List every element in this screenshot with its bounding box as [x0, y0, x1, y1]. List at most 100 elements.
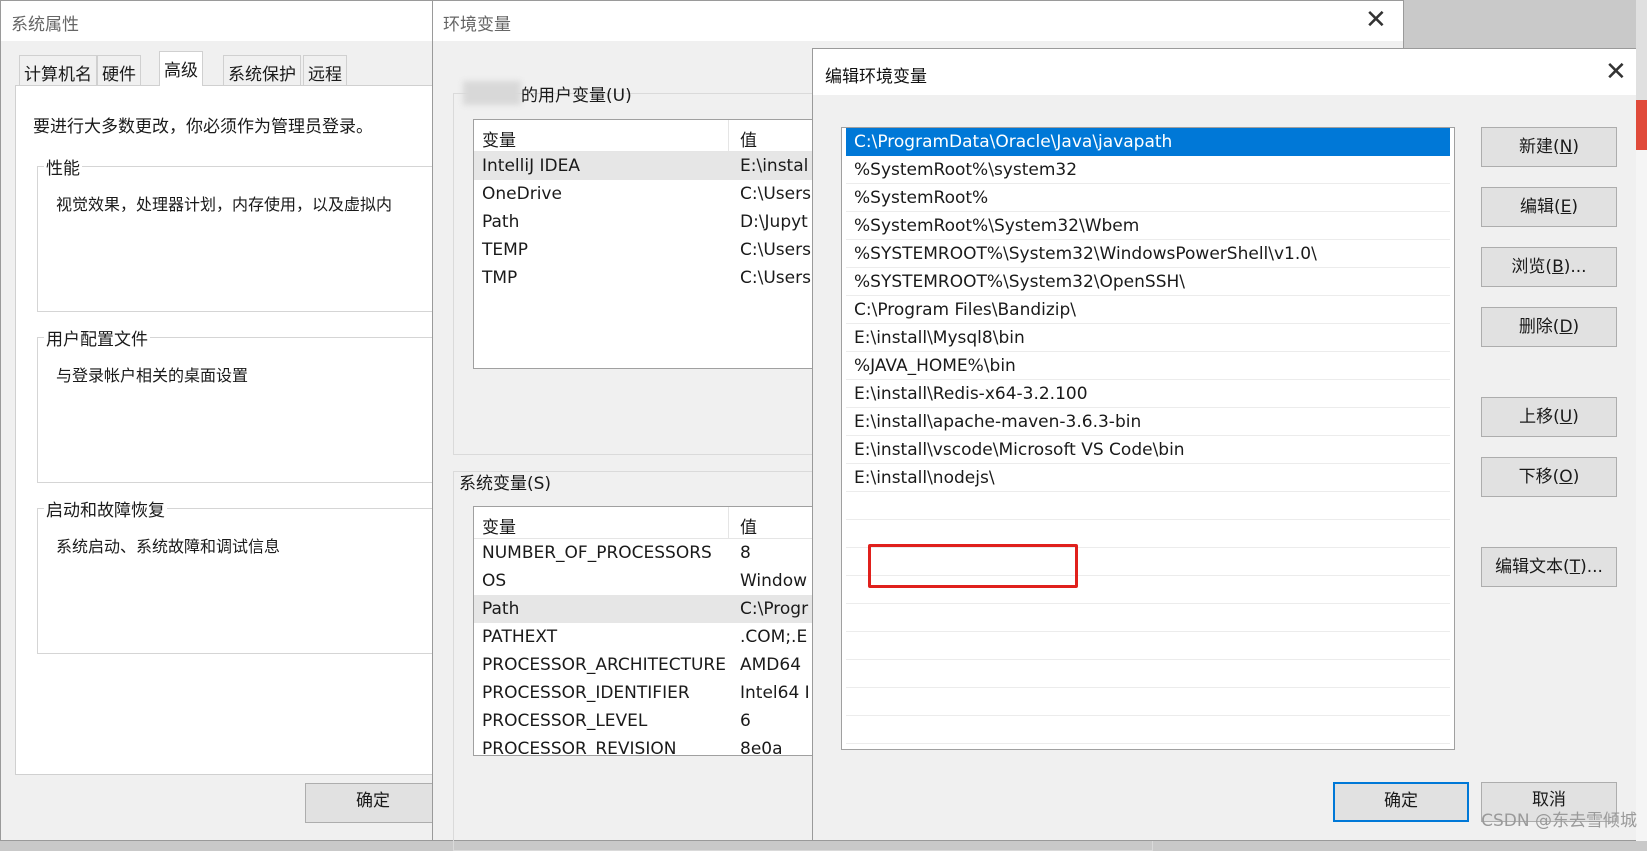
- background-window-edge: [1636, 0, 1647, 100]
- user-profile-title: 用户配置文件: [44, 325, 150, 350]
- variable-value: C:\Progr: [740, 599, 809, 619]
- new-button[interactable]: 新建(N): [1481, 127, 1617, 167]
- system-properties-ok-button[interactable]: 确定: [305, 783, 441, 823]
- path-item[interactable]: %JAVA_HOME%\bin: [846, 352, 1450, 380]
- delete-label: 删除(: [1518, 317, 1560, 337]
- browse-hotkey: B: [1552, 257, 1564, 277]
- edit-text-hotkey: T: [1569, 557, 1581, 577]
- column-value[interactable]: 值: [740, 513, 757, 538]
- edit-label-tail: ): [1571, 197, 1579, 217]
- variable-name: PROCESSOR_ARCHITECTURE: [482, 655, 726, 675]
- variable-name: OS: [482, 571, 507, 591]
- path-item[interactable]: %SYSTEMROOT%\System32\OpenSSH\: [846, 268, 1450, 296]
- user-variables-label: 的用户变量(U): [521, 86, 632, 106]
- empty-row[interactable]: [846, 660, 1450, 688]
- new-hotkey: N: [1559, 137, 1573, 157]
- path-item[interactable]: E:\install\apache-maven-3.6.3-bin: [846, 408, 1450, 436]
- move-down-button[interactable]: 下移(O): [1481, 457, 1617, 497]
- edit-button[interactable]: 编辑(E): [1481, 187, 1617, 227]
- user-profile-desc: 与登录帐户相关的桌面设置: [56, 366, 249, 385]
- empty-row[interactable]: [846, 492, 1450, 520]
- variable-name: PROCESSOR_REVISION: [482, 739, 677, 756]
- edit-text-button[interactable]: 编辑文本(T)...: [1481, 547, 1617, 587]
- variable-value: .COM;.E: [740, 627, 808, 647]
- new-label: 新建(: [1519, 137, 1560, 157]
- variable-name: PROCESSOR_IDENTIFIER: [482, 683, 690, 703]
- variable-value: C:\Users: [740, 240, 811, 260]
- tab-hardware[interactable]: 硬件: [97, 55, 141, 85]
- csdn-watermark: CSDN @东去雪倾城: [1481, 811, 1637, 831]
- move-down-label: 下移(: [1518, 467, 1560, 487]
- variable-name: Path: [482, 599, 520, 619]
- startup-recovery-title: 启动和故障恢复: [44, 496, 167, 521]
- variable-value: D:\Jupyt: [740, 212, 808, 232]
- window-title: 环境变量: [433, 1, 1403, 41]
- path-item[interactable]: %SystemRoot%\System32\Wbem: [846, 212, 1450, 240]
- blurred-username: [463, 81, 521, 105]
- path-item[interactable]: %SystemRoot%: [846, 184, 1450, 212]
- path-item[interactable]: E:\install\vscode\Microsoft VS Code\bin: [846, 436, 1450, 464]
- tab-system-protection[interactable]: 系统保护: [223, 55, 301, 85]
- path-item[interactable]: E:\install\Mysql8\bin: [846, 324, 1450, 352]
- path-item[interactable]: C:\ProgramData\Oracle\Java\javapath: [846, 128, 1450, 156]
- close-icon[interactable]: ✕: [1605, 59, 1627, 85]
- edit-hotkey: E: [1560, 197, 1572, 217]
- path-list[interactable]: C:\ProgramData\Oracle\Java\javapath %Sys…: [841, 127, 1455, 750]
- move-up-label: 上移(: [1519, 407, 1560, 427]
- variable-value: E:\instal: [740, 156, 809, 176]
- system-variables-label: 系统变量(S): [459, 474, 552, 494]
- background-window-edge: [1636, 100, 1647, 150]
- tab-advanced[interactable]: 高级: [159, 51, 203, 86]
- path-item-nodejs[interactable]: E:\install\nodejs\: [846, 464, 1450, 492]
- tab-remote[interactable]: 远程: [303, 55, 347, 85]
- column-variable[interactable]: 变量: [482, 126, 516, 151]
- variable-name: TEMP: [482, 240, 529, 260]
- browse-label: 浏览(: [1511, 257, 1553, 277]
- empty-row[interactable]: [846, 604, 1450, 632]
- performance-title: 性能: [44, 154, 82, 179]
- move-up-hotkey: U: [1559, 407, 1573, 427]
- tab-computer-name[interactable]: 计算机名: [19, 55, 97, 85]
- variable-value: 8: [740, 543, 751, 563]
- variable-value: Intel64 I: [740, 683, 810, 703]
- empty-row[interactable]: [846, 716, 1450, 744]
- empty-row[interactable]: [846, 632, 1450, 660]
- empty-row[interactable]: [846, 520, 1450, 548]
- edit-text-label-tail: )...: [1580, 557, 1603, 577]
- variable-name: PROCESSOR_LEVEL: [482, 711, 648, 731]
- variable-value: C:\Users: [740, 184, 811, 204]
- empty-row[interactable]: [846, 548, 1450, 576]
- variable-name: IntelliJ IDEA: [482, 156, 580, 176]
- delete-button[interactable]: 删除(D): [1481, 307, 1617, 347]
- browse-button[interactable]: 浏览(B)...: [1481, 247, 1617, 287]
- path-item[interactable]: E:\install\Redis-x64-3.2.100: [846, 380, 1450, 408]
- variable-value: AMD64: [740, 655, 802, 675]
- variable-name: OneDrive: [482, 184, 562, 204]
- window-title: 系统属性: [1, 1, 439, 41]
- performance-group: 性能 视觉效果，处理器计划，内存使用，以及虚拟内: [37, 154, 457, 312]
- variable-name: PATHEXT: [482, 627, 558, 647]
- user-profile-group: 用户配置文件 与登录帐户相关的桌面设置: [37, 325, 457, 483]
- path-item[interactable]: %SystemRoot%\system32: [846, 156, 1450, 184]
- path-item[interactable]: %SYSTEMROOT%\System32\WindowsPowerShell\…: [846, 240, 1450, 268]
- empty-row[interactable]: [846, 576, 1450, 604]
- move-down-hotkey: O: [1559, 467, 1573, 487]
- variable-name: NUMBER_OF_PROCESSORS: [482, 543, 712, 563]
- variable-value: 8e0a: [740, 739, 783, 756]
- variable-value: Window: [740, 571, 808, 591]
- move-down-label-tail: ): [1572, 467, 1580, 487]
- ok-button[interactable]: 确定: [1333, 782, 1469, 822]
- empty-row[interactable]: [846, 688, 1450, 716]
- move-up-button[interactable]: 上移(U): [1481, 397, 1617, 437]
- edit-label: 编辑(: [1519, 197, 1561, 217]
- system-properties-window: 系统属性 计算机名 硬件 高级 系统保护 远程 要进行大多数更改，你必须作为管理…: [0, 0, 457, 841]
- column-variable[interactable]: 变量: [482, 513, 516, 538]
- delete-label-tail: ): [1572, 317, 1580, 337]
- path-item[interactable]: C:\Program Files\Bandizip\: [846, 296, 1450, 324]
- move-up-label-tail: ): [1572, 407, 1579, 427]
- edit-environment-variable-window: 编辑环境变量 ✕ C:\ProgramData\Oracle\Java\java…: [812, 48, 1647, 841]
- background-window-edge: [1636, 150, 1647, 841]
- column-value[interactable]: 值: [740, 126, 757, 151]
- variable-value: 6: [740, 711, 751, 731]
- close-icon[interactable]: ✕: [1365, 7, 1387, 33]
